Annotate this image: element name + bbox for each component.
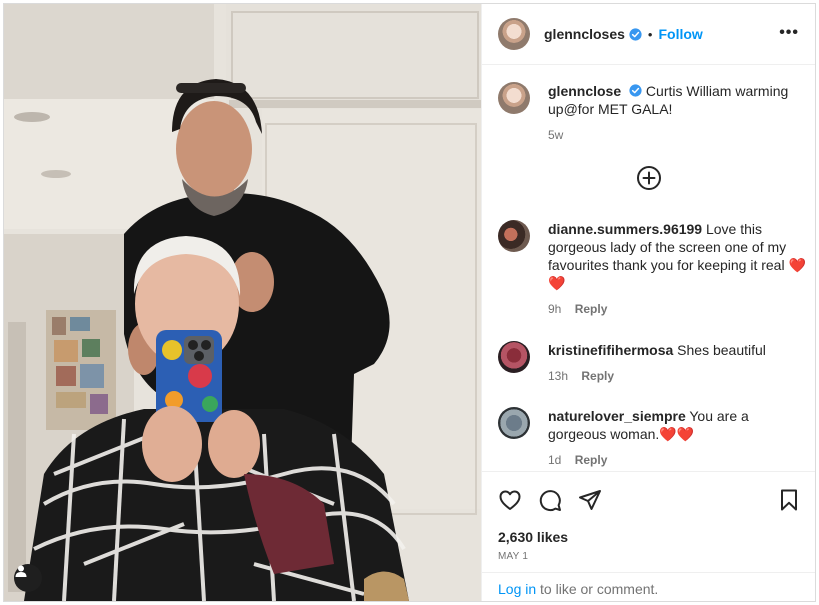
comment-time: 1d	[548, 453, 562, 467]
commenter-avatar[interactable]	[498, 220, 530, 252]
caption-time: 5w	[548, 128, 564, 142]
bookmark-icon[interactable]	[777, 488, 801, 512]
more-options-icon[interactable]: •••	[779, 25, 799, 41]
login-link[interactable]: Log in	[498, 581, 536, 597]
comment-item: naturelover_siempre You are a gorgeous w…	[498, 407, 808, 469]
caption: glennclose Curtis William warming up@for…	[498, 82, 808, 144]
post-header: glenncloses • Follow •••	[482, 4, 815, 65]
commenter-avatar[interactable]	[498, 407, 530, 439]
photo-illustration	[4, 4, 481, 601]
comment-text: Shes beautiful	[677, 342, 766, 358]
post-photo[interactable]	[4, 4, 481, 601]
paper-plane-icon[interactable]	[578, 488, 602, 512]
commenter-avatar[interactable]	[498, 341, 530, 373]
like-count[interactable]: 2,630 likes	[498, 529, 568, 545]
login-prompt: Log in to like or comment.	[482, 572, 815, 601]
heart-icon[interactable]	[498, 488, 522, 512]
user-tag-icon[interactable]	[14, 564, 42, 592]
commenter-username[interactable]: dianne.summers.96199	[548, 221, 702, 237]
post-sidebar: glenncloses • Follow ••• glennclose Curt…	[481, 4, 815, 601]
author-avatar[interactable]	[498, 18, 530, 50]
comment-item: dianne.summers.96199 Love this gorgeous …	[498, 220, 808, 318]
caption-username[interactable]: glennclose	[548, 83, 621, 99]
comment-item: kristinefifihermosa Shes beautiful 13h R…	[498, 341, 808, 385]
verified-badge-icon	[629, 84, 642, 97]
post-actions: 2,630 likes MAY 1 Log in to like or comm…	[482, 471, 815, 601]
comments-section: glennclose Curtis William warming up@for…	[482, 66, 815, 471]
commenter-username[interactable]: naturelover_siempre	[548, 408, 686, 424]
comment-time: 9h	[548, 302, 562, 316]
comment-time: 13h	[548, 369, 569, 383]
reply-button[interactable]: Reply	[581, 369, 614, 383]
reply-button[interactable]: Reply	[575, 302, 608, 316]
verified-badge-icon	[629, 27, 642, 41]
separator-dot: •	[647, 26, 653, 42]
author-username[interactable]: glenncloses	[544, 26, 625, 42]
caption-avatar[interactable]	[498, 82, 530, 114]
login-prompt-text: to like or comment.	[536, 581, 659, 597]
commenter-username[interactable]: kristinefifihermosa	[548, 342, 673, 358]
plus-circle-icon[interactable]	[636, 165, 662, 191]
follow-button[interactable]: Follow	[658, 26, 702, 42]
reply-button[interactable]: Reply	[575, 453, 608, 467]
instagram-post: glenncloses • Follow ••• glennclose Curt…	[3, 3, 816, 602]
post-date: MAY 1	[498, 551, 529, 562]
comment-bubble-icon[interactable]	[538, 488, 562, 512]
